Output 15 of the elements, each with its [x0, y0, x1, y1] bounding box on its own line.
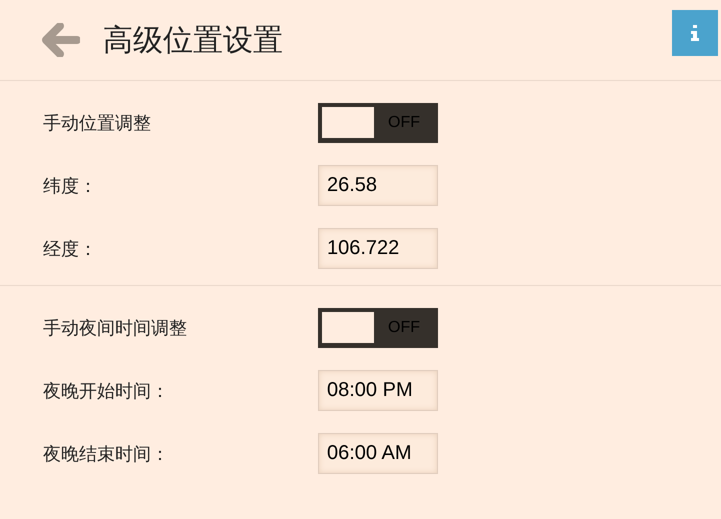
setting-label: 手动位置调整 — [42, 112, 152, 134]
page-title: 高级位置设置 — [103, 22, 283, 60]
back-button[interactable] — [41, 20, 81, 60]
input-field[interactable]: 06:00 AM — [318, 433, 438, 474]
setting-label: 夜晚结束时间： — [42, 442, 170, 466]
back-arrow-icon — [42, 23, 80, 57]
setting-label: 手动夜间时间调整 — [42, 316, 188, 340]
setting-label: 纬度： — [42, 174, 98, 198]
input-field[interactable]: 106.722 — [318, 228, 438, 269]
info-button[interactable] — [672, 10, 718, 56]
setting-label: 夜晚开始时间： — [42, 380, 170, 402]
setting-label: 经度： — [42, 238, 98, 260]
input-field[interactable]: 08:00 PM — [318, 370, 438, 411]
input-field[interactable]: 26.58 — [318, 165, 438, 206]
info-icon — [690, 25, 700, 41]
